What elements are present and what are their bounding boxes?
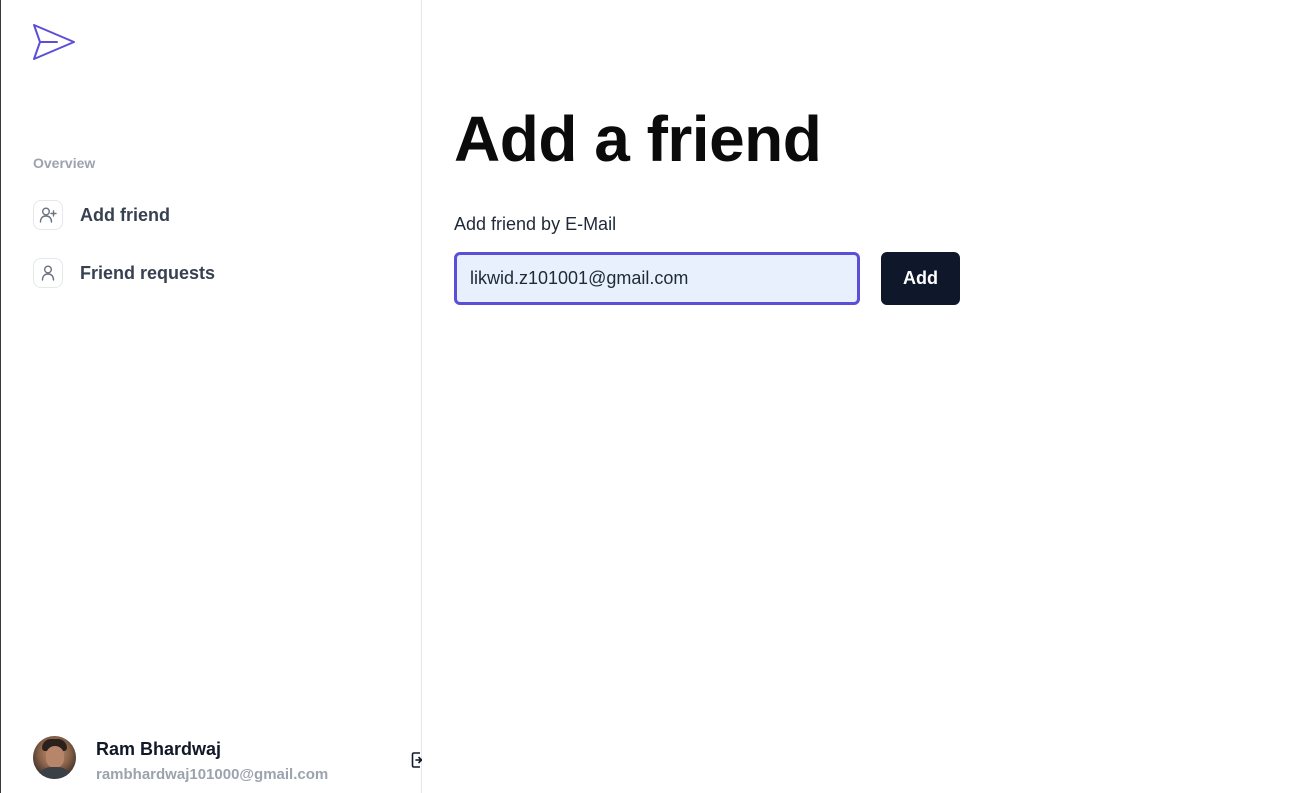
add-friend-button[interactable]: Add <box>881 252 960 305</box>
sidebar: Overview Add friend Friend requests Ram … <box>1 0 422 793</box>
sidebar-item-label: Friend requests <box>80 262 216 283</box>
user-icon <box>33 258 63 288</box>
sidebar-section-label: Overview <box>33 155 96 171</box>
email-field-label: Add friend by E-Mail <box>454 214 617 234</box>
sign-out-icon[interactable] <box>411 750 422 770</box>
avatar <box>33 736 76 779</box>
user-email: rambhardwaj101000@gmail.com <box>96 766 329 783</box>
sidebar-item-label: Add friend <box>80 204 170 225</box>
user-profile: Ram Bhardwaj rambhardwaj101000@gmail.com <box>33 736 328 783</box>
sidebar-item-add-friend[interactable]: Add friend <box>33 198 170 232</box>
email-field[interactable] <box>454 252 860 305</box>
user-name: Ram Bhardwaj <box>96 739 222 759</box>
app-window: Overview Add friend Friend requests Ram … <box>0 0 1289 793</box>
paper-plane-icon[interactable] <box>31 22 77 62</box>
user-plus-icon <box>33 200 63 230</box>
sidebar-item-friend-requests[interactable]: Friend requests <box>33 256 215 290</box>
main-content: Add a friend Add friend by E-Mail Add <box>422 0 1289 793</box>
page-title: Add a friend <box>454 103 822 175</box>
